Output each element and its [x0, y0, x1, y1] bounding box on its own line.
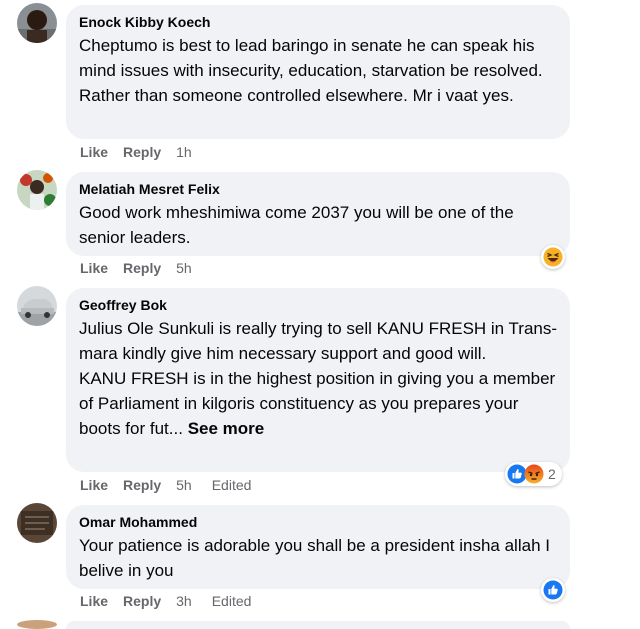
reply-button[interactable]: Reply [123, 259, 161, 277]
reaction-summary[interactable]: 2 [505, 462, 562, 486]
comment-timestamp[interactable]: 1h [176, 143, 192, 161]
reply-button[interactable]: Reply [123, 476, 161, 494]
comment-text: Cheptumo is best to lead baringo in sena… [79, 36, 543, 105]
reply-button[interactable]: Reply [123, 143, 161, 161]
like-button[interactable]: Like [80, 259, 108, 277]
angry-reaction-icon [524, 464, 544, 484]
reaction-summary[interactable] [541, 578, 565, 602]
comment-author[interactable]: Geoffrey Bok [79, 296, 558, 314]
like-button[interactable]: Like [80, 476, 108, 494]
comment-text-continued: KANU FRESH is in the highest position in… [79, 366, 558, 441]
see-more-link[interactable]: See more [188, 419, 265, 438]
comment-author[interactable]: Melatiah Mesret Felix [79, 180, 558, 198]
comment-text-line: KANU FRESH is in the highest position in… [79, 369, 556, 438]
comment-actions: Like Reply 5h [80, 259, 212, 277]
avatar[interactable] [17, 286, 57, 326]
like-button[interactable]: Like [80, 592, 108, 610]
avatar[interactable] [17, 503, 57, 543]
comment-timestamp[interactable]: 3h [176, 592, 192, 610]
reaction-count: 2 [548, 466, 556, 482]
comment-bubble: Omar Mohammed Your patience is adorable … [66, 505, 570, 589]
edited-label: Edited [211, 477, 252, 493]
comment-bubble [66, 621, 570, 629]
comment-author[interactable]: Enock Kibby Koech [79, 13, 558, 31]
comment-text: Your patience is adorable you shall be a… [79, 536, 550, 580]
avatar[interactable] [17, 3, 57, 43]
reaction-summary[interactable] [541, 245, 565, 269]
comment-author[interactable]: Omar Mohammed [79, 513, 558, 531]
comment-timestamp[interactable]: 5h [176, 259, 192, 277]
laughing-squint-emoji-icon [543, 247, 563, 267]
comment-bubble: Enock Kibby Koech Cheptumo is best to le… [66, 5, 570, 139]
comment-text: Julius Ole Sunkuli is really trying to s… [79, 319, 558, 363]
thumbs-up-reaction-icon [543, 580, 563, 600]
avatar[interactable] [17, 620, 57, 629]
comment-text: Good work mheshimiwa come 2037 you will … [79, 203, 514, 247]
reply-button[interactable]: Reply [123, 592, 161, 610]
comment-actions: Like Reply 5h Edited [80, 476, 251, 494]
like-button[interactable]: Like [80, 143, 108, 161]
edited-label: Edited [211, 593, 252, 609]
comment-timestamp[interactable]: 5h [176, 476, 192, 494]
comment-bubble: Melatiah Mesret Felix Good work mheshimi… [66, 172, 570, 256]
comment-bubble: Geoffrey Bok Julius Ole Sunkuli is reall… [66, 288, 570, 472]
comment-actions: Like Reply 3h Edited [80, 592, 251, 610]
avatar[interactable] [17, 170, 57, 210]
comment-actions: Like Reply 1h [80, 143, 212, 161]
